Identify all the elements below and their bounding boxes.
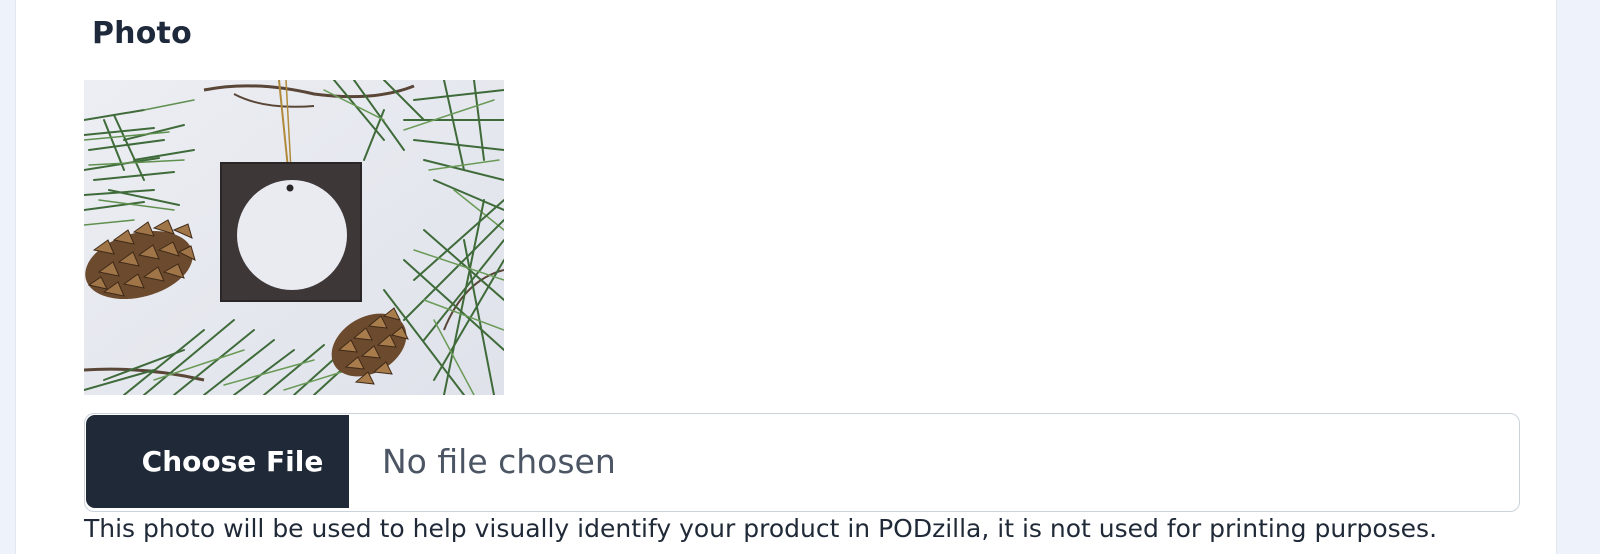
photo-helper-text: This photo will be used to help visually… xyxy=(84,514,1438,543)
file-status-text: No file chosen xyxy=(382,442,616,481)
photo-card: Photo Choose File No file chosen This ph… xyxy=(15,0,1557,554)
photo-file-input[interactable]: Choose File No file chosen xyxy=(84,413,1520,512)
product-photo-preview xyxy=(84,80,504,395)
photo-section-title: Photo xyxy=(92,16,192,51)
choose-file-button[interactable]: Choose File xyxy=(86,415,349,508)
